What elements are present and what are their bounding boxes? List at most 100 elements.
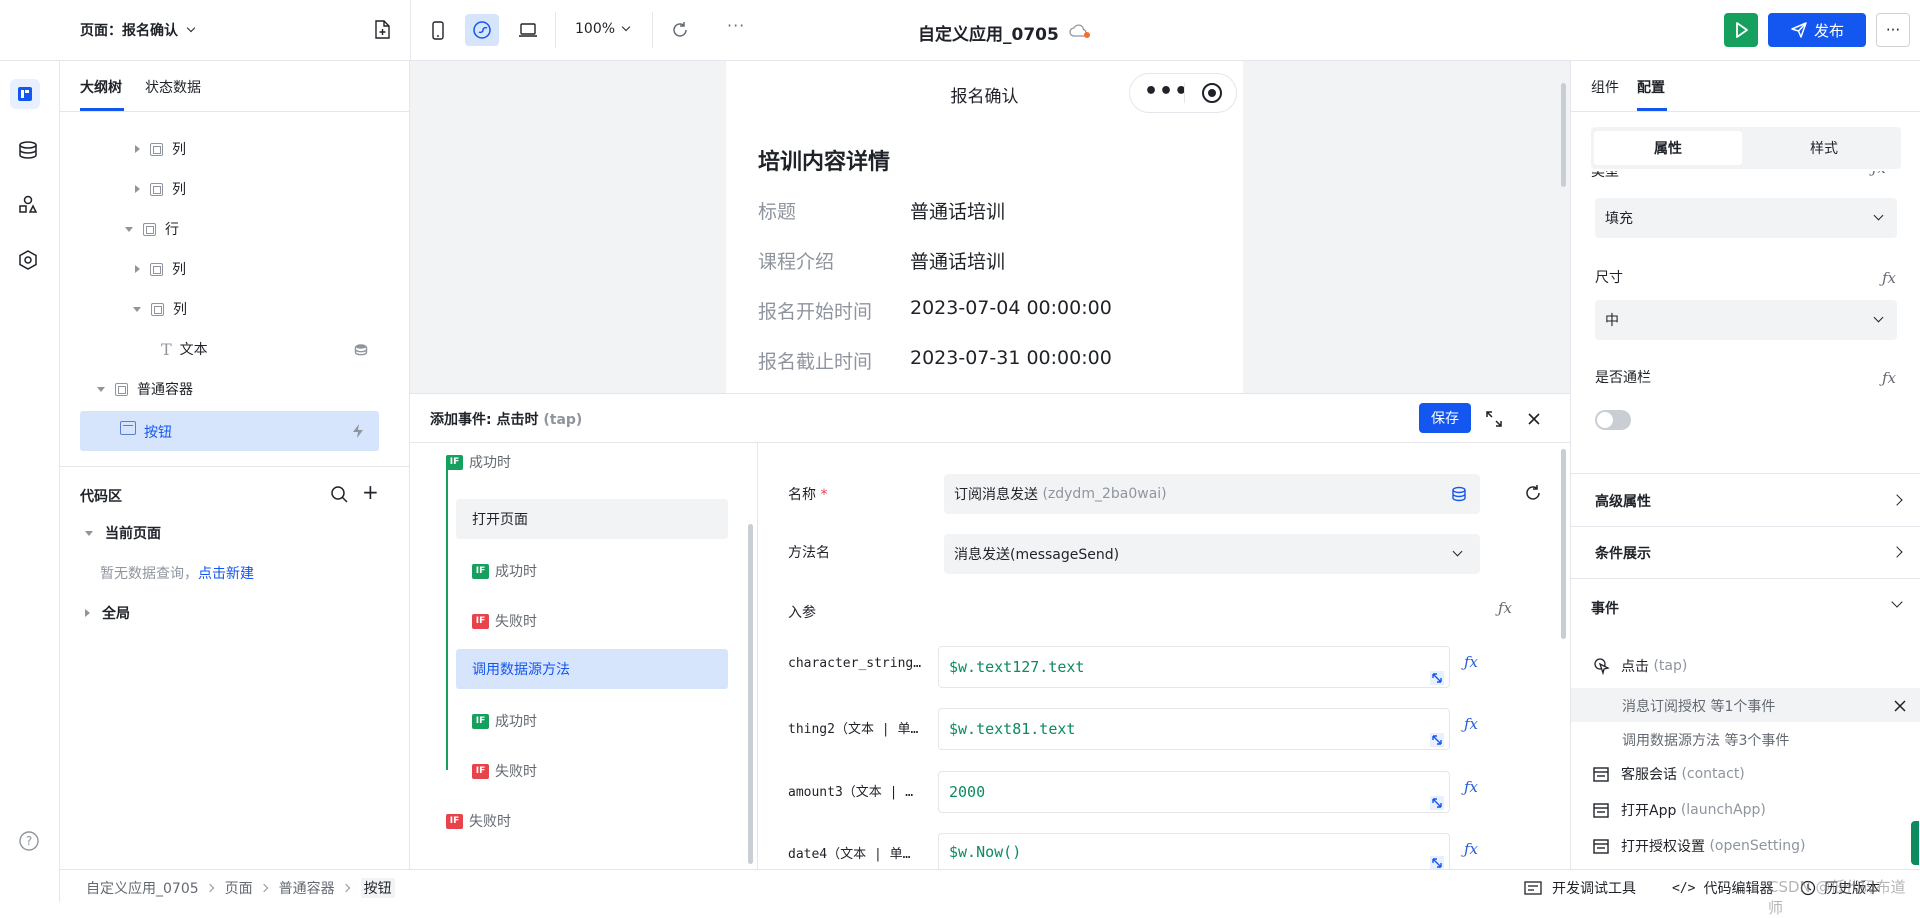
flow-item-label: 失败时 — [495, 614, 537, 630]
fx-icon[interactable]: ƒx — [1498, 599, 1512, 617]
dev-tools-button[interactable]: 开发调试工具 — [1524, 878, 1636, 898]
tree-node-container[interactable]: 普通容器 — [97, 373, 193, 405]
miniprogram-view-button[interactable] — [465, 14, 499, 46]
close-icon[interactable] — [1527, 412, 1541, 426]
event-open-setting[interactable]: 打开授权设置 (openSetting) — [1593, 836, 1805, 856]
run-button[interactable] — [1724, 13, 1758, 47]
tree-node-button-selected[interactable]: 按钮 — [80, 411, 379, 451]
tree-node-column[interactable]: 列 — [133, 293, 187, 325]
expand-editor-icon[interactable] — [1430, 671, 1444, 685]
flow-action-open-page[interactable]: 打开页面 — [456, 499, 728, 539]
fx-icon[interactable]: ƒx — [1882, 269, 1896, 287]
flow-item[interactable]: IF 成功时 — [472, 711, 537, 731]
fx-icon[interactable]: ƒx — [1464, 653, 1478, 671]
flow-item[interactable]: IF 成功时 — [446, 452, 511, 472]
left-panel: 大纲树 状态数据 列 列 行 列 列 T 文本 普通容器 按钮 代码区 + 当前… — [60, 61, 410, 869]
flow-item[interactable]: IF 失败时 — [446, 811, 511, 831]
flow-item[interactable]: IF 失败时 — [472, 761, 537, 781]
code-editor-button[interactable]: </> 代码编辑器 — [1672, 878, 1773, 898]
fx-icon[interactable]: ƒx — [1882, 369, 1896, 387]
breadcrumb-item[interactable]: 页面 — [225, 878, 253, 898]
seg-properties[interactable]: 属性 — [1594, 131, 1742, 165]
form-scrollbar[interactable] — [1561, 449, 1566, 639]
flow-scrollbar[interactable] — [748, 524, 753, 864]
tab-components[interactable]: 组件 — [1591, 77, 1619, 97]
size-select[interactable]: 中 — [1595, 300, 1897, 340]
more-options-button[interactable]: ··· — [1876, 13, 1910, 47]
refresh-icon[interactable] — [671, 21, 689, 39]
chevron-down-icon[interactable] — [1891, 596, 1903, 608]
database-icon[interactable] — [1451, 486, 1467, 502]
flow-item[interactable]: IF 成功时 — [472, 561, 537, 581]
tree-node-column[interactable]: 列 — [135, 133, 186, 165]
chevron-right-icon[interactable] — [1891, 494, 1903, 506]
seg-style[interactable]: 样式 — [1750, 131, 1898, 165]
add-icon[interactable]: + — [362, 480, 379, 504]
caret-down-icon — [97, 386, 105, 392]
events-section[interactable]: 事件 — [1591, 598, 1619, 618]
expand-icon[interactable] — [1485, 410, 1503, 428]
close-icon[interactable] — [1894, 700, 1906, 712]
condition-section[interactable]: 条件展示 — [1595, 543, 1651, 563]
breadcrumb-current[interactable]: 按钮 — [360, 878, 395, 898]
event-tap[interactable]: 点击 (tap) — [1593, 656, 1687, 676]
side-handle[interactable] — [1911, 821, 1919, 865]
container-icon — [143, 222, 156, 236]
flow-item[interactable]: IF 失败时 — [472, 611, 537, 631]
mobile-view-icon[interactable] — [430, 20, 446, 42]
fx-icon[interactable]: ƒx — [1464, 715, 1478, 733]
create-query-link[interactable]: 点击新建 — [198, 566, 254, 582]
current-page-group[interactable]: 当前页面 — [85, 523, 161, 543]
type-select[interactable]: 填充 — [1595, 198, 1897, 238]
save-button[interactable]: 保存 — [1419, 403, 1471, 433]
method-select[interactable]: 消息发送(messageSend) — [944, 534, 1480, 574]
divider — [652, 12, 653, 48]
outline-nav-button[interactable] — [10, 79, 40, 109]
tree-node-text[interactable]: T 文本 — [161, 333, 391, 365]
event-item[interactable]: 调用数据源方法 等3个事件 — [1622, 730, 1789, 750]
tab-state-data[interactable]: 状态数据 — [145, 77, 201, 97]
settings-hex-icon[interactable] — [18, 250, 38, 270]
tab-outline-tree[interactable]: 大纲树 — [80, 77, 122, 97]
add-page-icon[interactable] — [373, 20, 391, 40]
database-icon[interactable] — [18, 140, 38, 160]
canvas-scrollbar[interactable] — [1561, 83, 1566, 187]
more-icon[interactable]: ··· — [727, 16, 745, 35]
breadcrumb-item[interactable]: 自定义应用_0705 — [86, 878, 199, 898]
refresh-icon[interactable] — [1524, 484, 1542, 502]
param-input[interactable]: $w.text127.text — [938, 646, 1450, 688]
components-icon[interactable] — [18, 195, 38, 215]
flow-action-call-datasource[interactable]: 调用数据源方法 — [456, 649, 728, 689]
event-launch-app[interactable]: 打开App (launchApp) — [1593, 800, 1766, 820]
event-contact[interactable]: 客服会话 (contact) — [1593, 764, 1745, 784]
event-item-selected[interactable]: 消息订阅授权 等1个事件 — [1571, 688, 1920, 722]
expand-editor-icon[interactable] — [1430, 856, 1444, 870]
search-icon[interactable] — [330, 485, 348, 503]
zoom-select[interactable]: 100% — [575, 21, 631, 37]
capsule-menu[interactable]: ••• — [1129, 73, 1237, 113]
global-group[interactable]: 全局 — [85, 603, 130, 623]
breadcrumb-item[interactable]: 普通容器 — [279, 878, 335, 898]
expand-editor-icon[interactable] — [1430, 796, 1444, 810]
name-field[interactable]: 订阅消息发送 (zdydm_2ba0wai) — [944, 474, 1480, 514]
help-icon[interactable]: ? — [18, 830, 40, 852]
chevron-right-icon[interactable] — [1891, 546, 1903, 558]
publish-button[interactable]: 发布 — [1768, 13, 1866, 47]
tab-config[interactable]: 配置 — [1637, 77, 1665, 97]
param-input[interactable]: $w.text81.text — [938, 708, 1450, 750]
desktop-view-icon[interactable] — [518, 22, 538, 38]
fx-icon[interactable]: ƒx — [1464, 778, 1478, 796]
tree-node-column[interactable]: 列 — [135, 253, 186, 285]
expand-editor-icon[interactable] — [1430, 733, 1444, 747]
fx-icon[interactable]: ƒx — [1464, 840, 1478, 858]
param-input[interactable]: $w.Now() — [938, 833, 1450, 870]
param-input[interactable]: 2000 — [938, 771, 1450, 813]
page-selector[interactable]: 页面：报名确认 — [80, 20, 196, 40]
fx-icon[interactable]: ƒx — [1872, 171, 1886, 177]
block-toggle[interactable] — [1595, 410, 1631, 430]
tree-node-label: 按钮 — [144, 425, 172, 441]
tree-node-row[interactable]: 行 — [125, 213, 179, 245]
advanced-section[interactable]: 高级属性 — [1595, 491, 1651, 511]
tree-node-column[interactable]: 列 — [135, 173, 186, 205]
if-tag-icon: IF — [472, 613, 489, 629]
